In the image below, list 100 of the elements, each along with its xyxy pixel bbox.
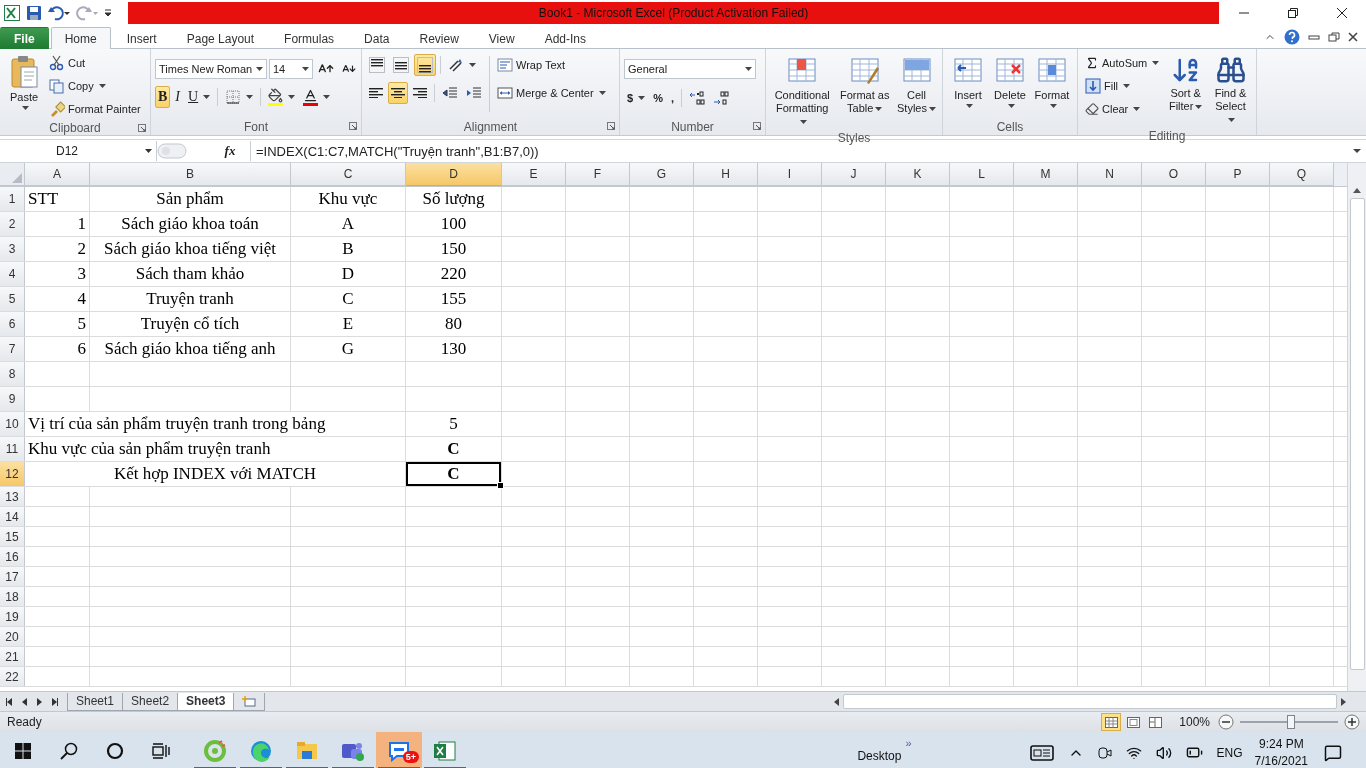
underline-button[interactable]: U (185, 86, 214, 108)
bold-button[interactable]: B (155, 86, 171, 108)
row-header[interactable]: 18 (0, 587, 25, 606)
volume-icon[interactable] (1155, 744, 1172, 761)
sheet-tab[interactable]: Sheet1 (67, 692, 124, 711)
vertical-align-button[interactable] (366, 54, 388, 76)
restore-icon[interactable] (1328, 32, 1340, 42)
column-header[interactable]: J (822, 163, 886, 186)
row-header[interactable]: 6 (0, 312, 25, 336)
column-header[interactable]: C (291, 163, 406, 186)
news-icon[interactable] (1029, 744, 1054, 761)
ribbon-tab[interactable]: Review (405, 27, 473, 49)
row-header[interactable]: 21 (0, 647, 25, 666)
row-header[interactable]: 15 (0, 527, 25, 546)
help-icon[interactable] (1284, 29, 1300, 45)
dialog-launcher-icon[interactable] (607, 122, 615, 130)
zoom-level[interactable]: 100% (1179, 715, 1210, 729)
taskbar-app[interactable]: 5+ (376, 732, 422, 768)
sheet-tab[interactable]: Sheet3 (177, 692, 235, 711)
ribbon-tab[interactable]: Home (50, 27, 111, 49)
dialog-launcher-icon[interactable] (349, 122, 357, 130)
column-header[interactable]: O (1142, 163, 1206, 186)
next-sheet-icon[interactable] (36, 697, 43, 706)
row-header[interactable]: 9 (0, 387, 25, 411)
clock[interactable]: 9:24 PM 7/16/2021 (1254, 735, 1308, 768)
format-painter-button[interactable]: Format Painter (46, 98, 144, 120)
column-header[interactable]: I (758, 163, 822, 186)
language-indicator[interactable]: ENG (1216, 745, 1243, 760)
column-header[interactable]: G (630, 163, 694, 186)
wrap-text-button[interactable]: Wrap Text (494, 54, 609, 76)
row-header[interactable]: 16 (0, 547, 25, 566)
horizontal-align-button[interactable] (388, 82, 408, 104)
normal-view-button[interactable] (1101, 713, 1122, 731)
ribbon-tab[interactable]: Insert (112, 27, 171, 49)
last-sheet-icon[interactable] (51, 697, 58, 706)
cut-button[interactable]: Cut (46, 52, 144, 74)
first-sheet-icon[interactable] (6, 697, 13, 706)
italic-button[interactable]: I (172, 86, 183, 108)
close-icon[interactable] (1348, 32, 1358, 42)
sort-filter-button[interactable]: Sort & Filter (1164, 52, 1208, 129)
ribbon-tab[interactable]: Data (350, 27, 404, 49)
insert-function-button[interactable]: fx (210, 143, 250, 159)
row-header[interactable]: 2 (0, 212, 25, 236)
notifications-icon[interactable] (1324, 743, 1342, 762)
slider-thumb[interactable] (1286, 715, 1295, 729)
copy-button[interactable]: Copy (46, 75, 144, 97)
zoom-out-icon[interactable] (1218, 714, 1234, 730)
ribbon-tab[interactable]: Add-Ins (530, 27, 600, 49)
row-header[interactable]: 4 (0, 262, 25, 286)
conditional-formatting-button[interactable]: Conditional Formatting (770, 52, 835, 131)
column-header[interactable]: E (502, 163, 566, 186)
font-name-dropdown[interactable]: Times New Roman (155, 59, 267, 79)
ribbon-tab[interactable]: Formulas (270, 27, 349, 49)
insert-button[interactable]: Insert (948, 52, 988, 118)
column-header[interactable]: K (886, 163, 950, 186)
row-header[interactable]: 11 (0, 437, 25, 461)
vertical-align-button[interactable] (390, 54, 412, 76)
column-header[interactable]: A (25, 163, 90, 186)
row-header[interactable]: 12 (0, 462, 25, 486)
column-header[interactable]: N (1078, 163, 1142, 186)
dialog-launcher-icon[interactable] (753, 122, 761, 130)
column-header[interactable]: H (694, 163, 758, 186)
horizontal-scrollbar[interactable] (834, 694, 1346, 709)
comma-button[interactable]: , (667, 87, 677, 109)
column-header[interactable]: B (90, 163, 291, 186)
row-header[interactable]: 5 (0, 287, 25, 311)
vertical-scrollbar[interactable] (1347, 163, 1366, 691)
fill-button[interactable]: Fill (1082, 75, 1163, 97)
row-header[interactable]: 20 (0, 627, 25, 646)
percent-button[interactable]: % (650, 87, 666, 109)
row-header[interactable]: 19 (0, 607, 25, 626)
format-button[interactable]: Format (1032, 52, 1072, 118)
dialog-launcher-icon[interactable] (138, 124, 146, 132)
ribbon-tab[interactable]: File (0, 27, 49, 49)
row-header[interactable]: 10 (0, 412, 25, 436)
currency-button[interactable]: $ (624, 87, 649, 109)
spreadsheet-icon[interactable] (4, 4, 20, 21)
format-as-table-button[interactable]: Format as Table (836, 52, 893, 131)
name-box[interactable]: D12 (0, 141, 157, 161)
number-format-dropdown[interactable]: General (624, 59, 756, 79)
paste-button[interactable]: Paste (4, 52, 44, 120)
desktop-toolbar[interactable]: Desktop (857, 742, 902, 763)
row-header[interactable]: 3 (0, 237, 25, 261)
previous-sheet-icon[interactable] (21, 697, 28, 706)
column-header[interactable]: L (950, 163, 1014, 186)
undo-icon[interactable] (48, 4, 70, 21)
camera-icon[interactable] (1097, 744, 1112, 761)
delete-button[interactable]: Delete (990, 52, 1030, 118)
fill-handle[interactable] (497, 482, 504, 489)
font-size-dropdown[interactable]: 14 (269, 59, 313, 79)
save-icon[interactable] (26, 4, 42, 21)
column-header[interactable]: Q (1270, 163, 1334, 186)
row-header[interactable]: 13 (0, 487, 25, 506)
column-header[interactable]: F (566, 163, 630, 186)
find-select-button[interactable]: Find & Select (1209, 52, 1252, 129)
ribbon-tab[interactable]: Page Layout (172, 27, 269, 49)
row-header[interactable]: 22 (0, 667, 25, 686)
column-header[interactable]: M (1014, 163, 1078, 186)
row-header[interactable]: 14 (0, 507, 25, 526)
zoom-in-icon[interactable] (1344, 714, 1360, 730)
